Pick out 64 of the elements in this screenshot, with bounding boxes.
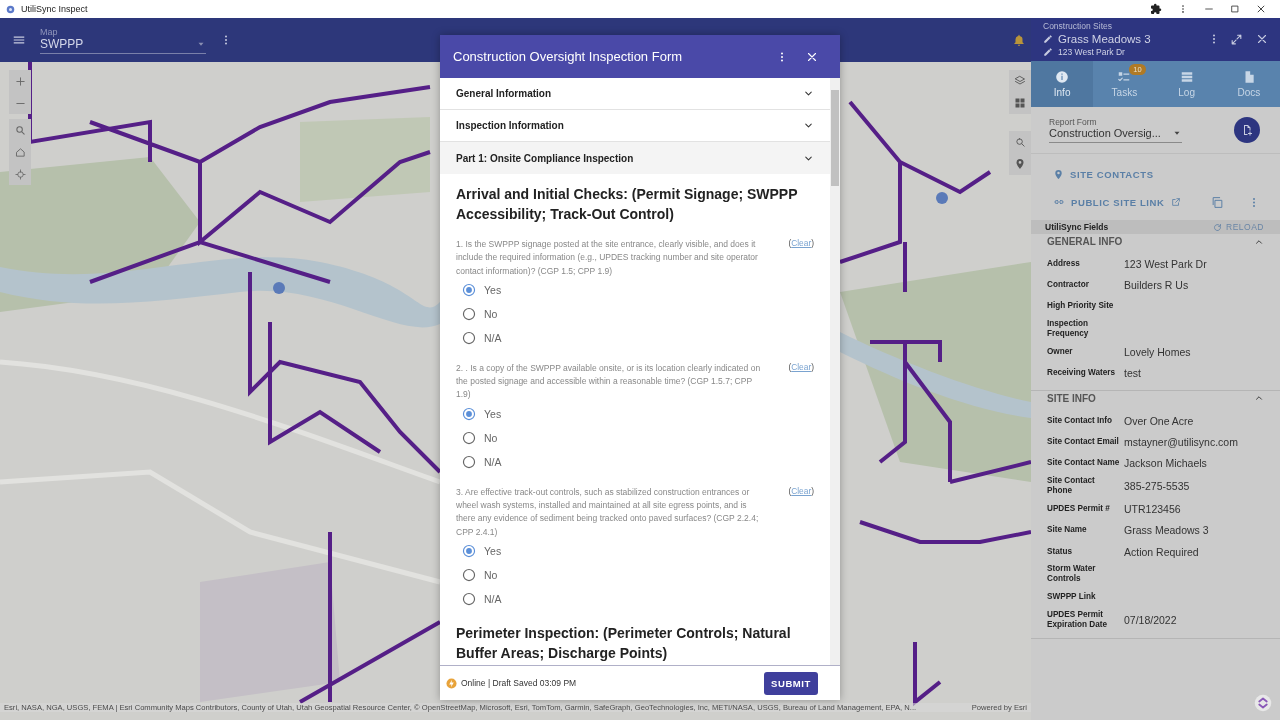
radio-option[interactable]: Yes [456,401,556,426]
field-label: Owner [1047,346,1074,357]
radio-option[interactable]: No [456,425,556,450]
radio-option[interactable]: Yes [456,277,556,302]
field-value: Lovely Homes [1123,345,1191,358]
field-label: Contractor [1047,280,1090,291]
site-name: Grass Meadows 3 [1058,33,1152,45]
field-label: Inspection Frequency [1047,319,1090,340]
field-value: UTR123456 [1123,502,1181,515]
radio-option[interactable]: N/A [456,325,556,350]
field-value: 123 West Park Dr [1123,257,1207,270]
field-label: Address [1047,258,1081,269]
field-label: High Priority Site [1047,301,1115,312]
fields-header: UtiliSync Fields [1045,222,1109,232]
window-title: UtiliSync Inspect [21,4,88,14]
field-value: mstayner@utilisync.com [1123,436,1238,449]
accordion-header[interactable]: Inspection Information [440,110,830,142]
parenthesis: ( [788,485,792,496]
parenthesis: ) [811,485,814,496]
panel-tab[interactable]: Info [1031,61,1094,107]
section-heading: Perimeter Inspection: (Perimeter Controls; Natural Buffer Areas; Discharge Points) [456,623,792,663]
field-value: 385-275-5535 [1123,480,1190,493]
parenthesis: ( [788,361,792,372]
field-label: Receiving Waters [1047,368,1116,379]
section-title[interactable]: GENERAL INFO [1047,236,1123,247]
question-text: 2. . Is a copy of the SWPPP available onsite, or is its location clearly indicated on the posted signage and accessible within a reasonable time? (CGP 1.5.7; CPP 1.9) [456,361,762,402]
field-label: Site Contact Phone [1047,476,1096,497]
radio-option[interactable]: N/A [456,449,556,474]
dialog-title: Construction Oversight Inspection Form [453,49,684,64]
accordion-header[interactable]: General Information [440,78,830,110]
field-label: Site Contact Name [1047,458,1121,469]
field-value: test [1123,367,1141,380]
field-value: Over One Acre [1123,414,1194,427]
field-value: 07/18/2022 [1123,613,1177,626]
field-label: SWPPP Link [1047,592,1097,602]
field-value: Action Required [1123,545,1199,558]
submit-button[interactable]: SUBMIT [764,671,818,695]
radio-option[interactable]: No [456,562,556,587]
breadcrumb[interactable]: Construction Sites [1043,21,1268,31]
section-heading: Arrival and Initial Checks: (Permit Signage; SWPPP Accessibility; Track-Out Control) [456,185,799,224]
radio-option[interactable]: N/A [456,586,556,611]
field-label: Site Contact Email [1047,437,1120,448]
field-value: Builders R Us [1123,279,1189,292]
radio-option[interactable]: No [456,301,556,326]
field-label: UPDES Permit Expiration Date [1047,609,1109,630]
question-text: 1. Is the SWPPP signage posted at the site entrance, clearly visible, and does it include the required information (e.g., UPDES tracking number and site operator contact information)? (CGP 1.5; CPP 1.9) [456,238,759,278]
accordion-header[interactable]: Part 1: Onsite Compliance Inspection [440,142,830,174]
field-label: Status [1047,546,1074,557]
field-label: Site Contact Info [1047,415,1114,426]
parenthesis: ( [788,238,792,248]
report-form-select[interactable]: Report Form Construction Oversig... [1049,117,1182,143]
map-select[interactable]: Map SWPPP [40,26,206,54]
section-title[interactable]: SITE INFO [1047,392,1096,404]
parenthesis: ) [811,361,814,372]
site-address: 123 West Park Dr [1058,47,1125,57]
field-value: Grass Meadows 3 [1123,524,1209,537]
field-label: Storm Water Controls [1047,564,1097,585]
parenthesis: ) [811,238,814,248]
field-label: Site Name [1047,525,1088,536]
question-text: 3. Are effective track-out controls, such as stabilized construction entrances or wheel wash systems, installed and maintained at all site egress points, and is there any evidence of sediment being tracked onto paved surfaces? (CGP 2.2.4; CPP 2.4.1) [456,485,760,539]
field-label: UPDES Permit # [1047,503,1111,514]
save-status: Online | Draft Saved 03:09 PM [461,678,578,688]
field-value: Jackson Michaels [1123,457,1207,470]
radio-option[interactable]: Yes [456,538,556,563]
